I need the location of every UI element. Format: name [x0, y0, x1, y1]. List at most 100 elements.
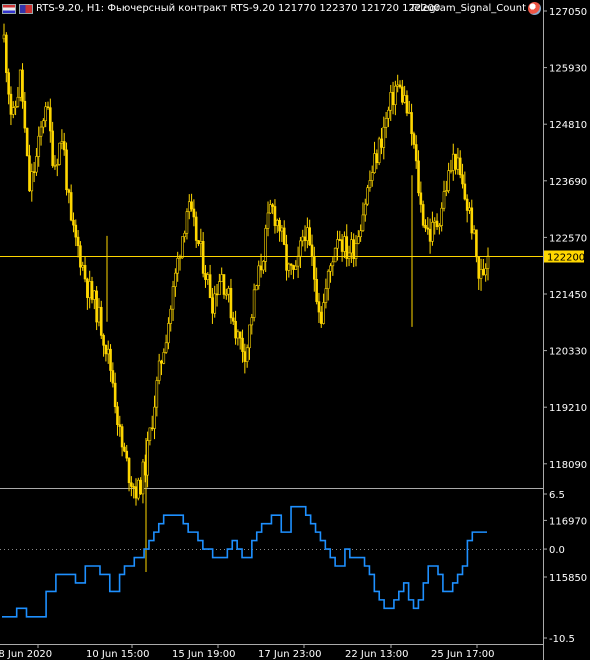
price-tick-label: 121450 [549, 290, 587, 301]
candle-body [336, 239, 339, 249]
candle-body [23, 100, 27, 129]
candle-body [438, 225, 441, 228]
candle-body [394, 85, 397, 105]
candle-body [11, 107, 15, 115]
candle-body [357, 236, 360, 244]
candle-body [178, 257, 182, 260]
candle-body [243, 351, 247, 362]
candle-body [294, 265, 298, 270]
candle-body [410, 112, 413, 134]
candle-body [368, 180, 372, 189]
candle-body [86, 278, 89, 298]
candle-body [231, 317, 235, 322]
candle-body [176, 258, 179, 274]
candle-body [470, 207, 474, 234]
candle-body [118, 424, 122, 427]
candle-body [477, 256, 481, 279]
candle-body [148, 427, 152, 441]
candle-body [21, 69, 24, 102]
candle-body [405, 95, 409, 114]
candle-body [292, 265, 295, 270]
candle-body [275, 219, 279, 226]
chart-canvas[interactable]: 122200 127050 125930 124810 123690 122570 121… [0, 0, 590, 660]
candle-body [484, 268, 487, 276]
candle-body [28, 155, 31, 192]
candle-body [426, 227, 430, 230]
candle-body [475, 229, 478, 258]
candle-body [116, 406, 119, 425]
candle-body [157, 360, 161, 381]
candle-body [65, 149, 68, 191]
candle-body [282, 227, 286, 245]
candle-body [449, 170, 453, 172]
candle-body [366, 187, 369, 205]
price-tick-label: 123690 [549, 177, 587, 188]
time-tick-label: 10 Jun 15:00 [86, 649, 150, 660]
indicator-tick-label: -10.5 [549, 634, 575, 645]
expert-name[interactable]: Telegram_Signal_Count [410, 1, 526, 17]
candle-body [317, 301, 321, 313]
time-tick-label: 15 Jun 19:00 [172, 649, 236, 660]
candle-body [208, 274, 212, 299]
candle-body [113, 382, 117, 408]
candle-body [49, 107, 52, 132]
time-tick-label: 22 Jun 13:00 [345, 649, 409, 660]
indicator-tick-label: 0.0 [549, 545, 565, 556]
candle-body [69, 192, 73, 221]
candle-body [331, 261, 335, 267]
candle-body [389, 92, 393, 111]
candle-body [51, 130, 54, 166]
candle-body [46, 106, 50, 109]
candle-body [289, 263, 293, 266]
candle-body [7, 72, 10, 95]
candle-body [338, 239, 342, 241]
candle-body [141, 461, 145, 495]
candle-body [164, 342, 168, 353]
candle-body [95, 290, 98, 323]
candle-body [280, 227, 284, 232]
candle-body [130, 482, 133, 487]
candle-body [326, 270, 330, 289]
candle-body [194, 216, 198, 241]
expert-smiley-icon[interactable] [528, 2, 541, 15]
candle-body [90, 281, 94, 300]
candle-body [412, 133, 416, 145]
candle-body [373, 153, 376, 173]
chart-background [0, 0, 590, 660]
candle-body [220, 274, 223, 282]
candle-body [301, 236, 305, 242]
flag-icon [2, 4, 16, 14]
candle-body [273, 206, 277, 226]
candle-body [197, 240, 200, 244]
candle-body [421, 204, 425, 226]
candle-body [315, 279, 318, 302]
candle-body [306, 227, 309, 241]
candle-body [35, 156, 38, 173]
candle-body [463, 183, 467, 200]
candle-body [125, 450, 129, 459]
candle-body [287, 263, 291, 271]
candle-body [146, 440, 149, 476]
candle-body [398, 84, 402, 88]
candle-body [407, 112, 411, 114]
candle-body [93, 290, 96, 300]
price-tick-label: 122570 [549, 233, 587, 244]
candle-body [248, 324, 251, 349]
price-tick-label: 125930 [549, 64, 587, 75]
price-tick-label: 127050 [549, 7, 587, 18]
candle-body [5, 34, 8, 73]
candle-body [454, 153, 457, 170]
candle-body [238, 331, 242, 339]
candle-body [97, 306, 101, 323]
candle-body [102, 335, 105, 346]
candle-body [109, 348, 112, 371]
candle-body [262, 261, 265, 271]
candle-body [308, 227, 311, 246]
candle-body [345, 236, 349, 259]
price-tick-label: 116970 [549, 516, 587, 527]
candle-body [428, 228, 432, 242]
candle-body [192, 208, 196, 218]
candle-body [472, 229, 476, 234]
candle-body [42, 120, 45, 128]
candle-body [387, 109, 390, 119]
